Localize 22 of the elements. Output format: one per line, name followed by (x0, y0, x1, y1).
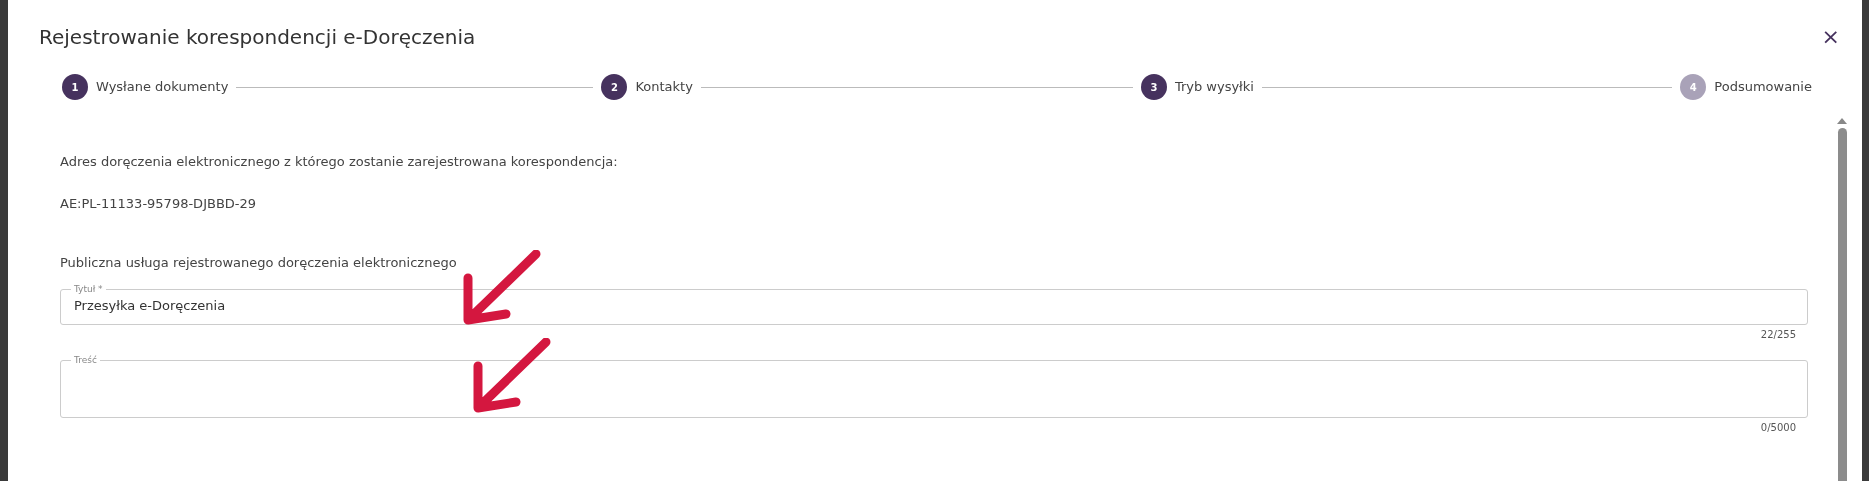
field-value: Przesyłka e-Doręczenia (74, 296, 227, 315)
character-counter: 0/5000 (1760, 420, 1796, 435)
step-label: Wysłane dokumenty (96, 78, 229, 97)
dialog-title: Rejestrowanie korespondencji e-Doręczenia (39, 24, 476, 51)
field-label: Treść (73, 355, 98, 365)
step-number: 2 (601, 74, 628, 100)
step-label: Kontakty (635, 78, 693, 97)
service-label: Publiczna usługa rejestrowanego doręczenia elektronicznego (60, 254, 458, 272)
step-number: 3 (1140, 74, 1167, 100)
title-field[interactable]: Tytuł * Przesyłka e-Doręczenia (60, 284, 1808, 325)
step-number: 1 (62, 74, 88, 100)
close-button[interactable]: × (1821, 26, 1840, 48)
step-label: Podsumowanie (1714, 78, 1812, 97)
step-number: 4 (1680, 74, 1707, 100)
step-label: Tryb wysyłki (1174, 78, 1254, 97)
content-field[interactable]: Treść (60, 355, 1808, 418)
character-counter: 22/255 (1760, 327, 1796, 342)
field-label: Tytuł * (73, 284, 104, 294)
scroll-up-icon[interactable] (1837, 118, 1847, 124)
scrollbar-thumb[interactable] (1837, 128, 1847, 481)
address-label: Adres doręczenia elektronicznego z którego zostanie zarejestrowana korespondencja: (60, 153, 619, 171)
address-text: AE:PL-11133-95798-DJBBD-29 (60, 194, 258, 213)
